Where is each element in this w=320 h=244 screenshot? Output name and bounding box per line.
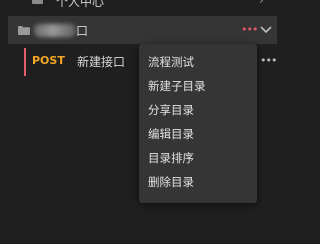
menu-item-new-subfolder[interactable]: 新建子目录 xyxy=(148,78,206,94)
menu-item-flow-test[interactable]: 流程测试 xyxy=(148,54,194,70)
folder-more-button[interactable]: ••• xyxy=(241,23,258,37)
folder-icon xyxy=(18,26,30,35)
selected-accent-bar xyxy=(24,48,26,76)
tree-item-personal-center[interactable]: 个人中心 › xyxy=(0,0,290,14)
menu-item-share-folder[interactable]: 分享目录 xyxy=(148,102,194,118)
folder-name-redacted xyxy=(34,24,76,37)
chevron-down-icon[interactable] xyxy=(259,22,273,36)
folder-name: 口 xyxy=(76,24,89,38)
menu-item-delete-folder[interactable]: 删除目录 xyxy=(148,174,194,190)
tree-item-label: 个人中心 xyxy=(56,0,105,9)
chevron-right-icon[interactable]: › xyxy=(259,0,264,7)
http-method-badge: POST xyxy=(32,54,65,67)
tree-folder-row[interactable]: 口 ••• xyxy=(8,16,277,44)
context-menu: 流程测试 新建子目录 分享目录 编辑目录 目录排序 删除目录 xyxy=(139,44,257,203)
menu-item-edit-folder[interactable]: 编辑目录 xyxy=(148,126,194,142)
folder-icon xyxy=(32,0,43,4)
api-name: 新建接口 xyxy=(77,55,126,69)
menu-item-sort-folder[interactable]: 目录排序 xyxy=(148,150,194,166)
api-more-button[interactable]: ••• xyxy=(260,54,277,68)
